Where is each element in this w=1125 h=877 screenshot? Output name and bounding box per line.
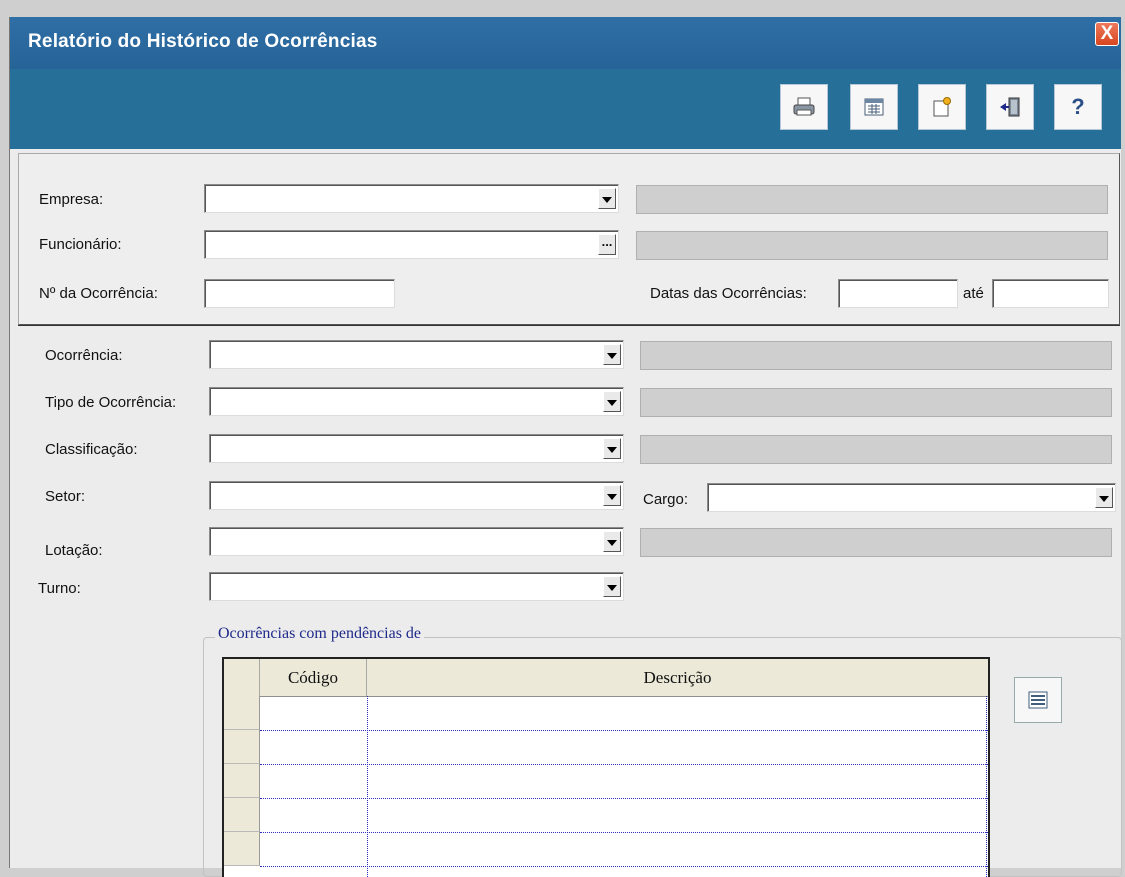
pendencias-legend: Ocorrências com pendências de [215,625,425,643]
empresa-description-field [636,185,1108,214]
empresa-label: Empresa: [39,191,104,208]
lotacao-combo[interactable] [209,527,624,556]
grid-header: Código Descrição [224,659,988,697]
tipo-ocorrencia-combo[interactable] [209,387,624,416]
toolbar: ? [10,69,1121,149]
setor-dropdown-button[interactable] [603,485,621,506]
column-header-codigo[interactable]: Código [260,659,367,696]
classificacao-dropdown-button[interactable] [603,438,621,459]
lotacao-description-field [640,528,1112,557]
table-row-cell-descricao[interactable] [368,833,986,866]
classificacao-description-field [640,435,1112,464]
table-icon [864,98,884,116]
cargo-combo[interactable] [707,483,1116,512]
table-row-cell-descricao[interactable] [368,697,986,730]
title-bar[interactable]: Relatório do Histórico de Ocorrências X [10,17,1121,69]
grid-row-line [260,866,988,867]
row-indicator[interactable] [224,798,260,832]
funcionario-description-field [636,231,1108,260]
turno-label: Turno: [38,580,81,597]
ocorrencia-combo[interactable] [209,340,624,369]
setor-label: Setor: [45,488,86,505]
setor-combo[interactable] [209,481,624,510]
empresa-dropdown-button[interactable] [598,188,616,209]
section-divider [18,325,1120,326]
table-row-cell-codigo[interactable] [260,731,367,764]
grid-button[interactable] [850,84,898,130]
table-row-cell-codigo[interactable] [260,697,367,730]
table-row-cell-codigo[interactable] [260,799,367,832]
ocorrencia-dropdown-button[interactable] [603,344,621,365]
table-row-cell-descricao[interactable] [368,765,986,798]
row-indicator[interactable] [224,764,260,798]
data-inicio-input[interactable] [838,279,958,308]
list-icon [1028,691,1048,709]
help-icon: ? [1071,94,1085,119]
list-button[interactable] [1014,677,1062,723]
empresa-combo[interactable] [204,184,619,213]
column-header-descricao[interactable]: Descrição [367,659,988,696]
report-window: Relatório do Histórico de Ocorrências X [9,17,1122,877]
classificacao-combo[interactable] [209,434,624,463]
printer-icon [793,97,815,116]
funcionario-search-button[interactable]: ... [598,234,616,255]
table-row-cell-descricao[interactable] [368,731,986,764]
table-row-cell-descricao[interactable] [368,799,986,832]
ocorrencia-description-field [640,341,1112,370]
exit-button[interactable] [986,84,1034,130]
classificacao-label: Classificação: [45,441,138,458]
tipo-ocorrencia-label: Tipo de Ocorrência: [45,394,177,411]
num-ocorrencia-label: Nº da Ocorrência: [39,285,158,302]
exit-door-icon [1000,97,1020,117]
grid-column-line [986,696,987,877]
note-button[interactable] [918,84,966,130]
num-ocorrencia-input[interactable] [204,279,395,308]
ocorrencia-label: Ocorrência: [45,347,123,364]
cargo-label: Cargo: [643,491,689,508]
window-title: Relatório do Histórico de Ocorrências [28,31,378,52]
table-row-cell-codigo[interactable] [260,765,367,798]
print-button[interactable] [780,84,828,130]
funcionario-label: Funcionário: [39,236,122,253]
datas-label: Datas das Ocorrências: [650,285,807,302]
ate-label: até [963,285,984,302]
close-button[interactable]: X [1095,22,1119,46]
tipo-ocorrencia-dropdown-button[interactable] [603,391,621,412]
row-indicator[interactable] [224,696,260,730]
data-fim-input[interactable] [992,279,1109,308]
row-indicator[interactable] [224,832,260,866]
grid-corner-cell [224,659,260,696]
cargo-dropdown-button[interactable] [1095,487,1113,508]
lotacao-dropdown-button[interactable] [603,531,621,552]
help-button[interactable]: ? [1054,84,1102,130]
row-indicator[interactable] [224,730,260,764]
tipo-ocorrencia-description-field [640,388,1112,417]
pendencias-grid[interactable]: Código Descrição [222,657,990,877]
funcionario-field[interactable]: ... [204,230,619,259]
turno-dropdown-button[interactable] [603,576,621,597]
note-icon [933,97,951,117]
turno-combo[interactable] [209,572,624,601]
lotacao-label: Lotação: [45,542,103,559]
table-row-cell-codigo[interactable] [260,833,367,866]
